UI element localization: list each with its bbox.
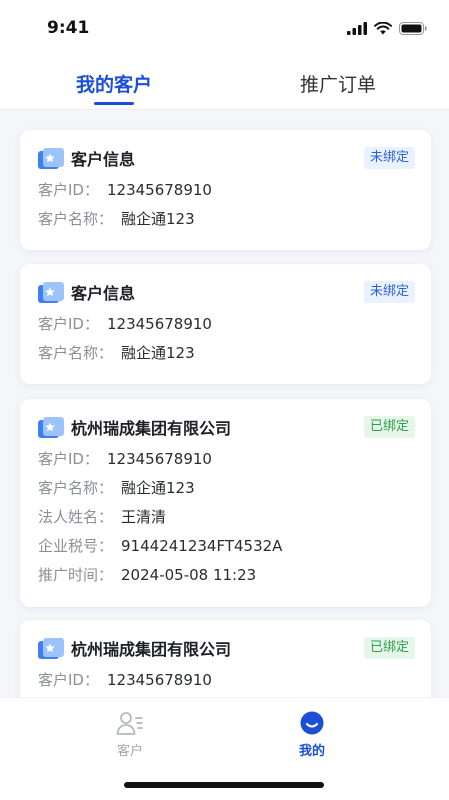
folder-star-icon [38,148,64,169]
tab-my-customers[interactable]: 我的客户 [76,70,152,97]
folder-star-icon [38,417,64,438]
field-customer-id: 客户ID： 12345678910 [38,176,413,205]
field-promotion-time: 推广时间： 2024-05-08 11:23 [38,561,413,590]
customer-card[interactable]: 杭州瑞成集团有限公司 已绑定 客户ID： 12345678910 [20,620,431,697]
field-label: 企业税号： [38,537,114,555]
field-tax-number: 企业税号： 9144241234FT4532A [38,532,413,561]
card-header: 杭州瑞成集团有限公司 已绑定 [38,634,415,662]
customer-card[interactable]: 杭州瑞成集团有限公司 已绑定 客户ID： 12345678910 客户名称： 融企通… [20,399,431,607]
field-customer-name: 客户名称： 融企通123 [38,339,413,368]
field-value: 12345678910 [106,671,212,689]
field-label: 法人姓名： [38,508,114,526]
field-value: 12345678910 [106,315,212,333]
customer-list[interactable]: 客户信息 未绑定 客户ID： 12345678910 客户名称： 融企通123 客户… [0,110,449,697]
card-title: 杭州瑞成集团有限公司 [71,640,232,659]
field-label: 客户ID： [38,315,99,333]
card-title: 客户信息 [71,284,136,303]
smile-icon [300,711,324,735]
customer-icon [116,712,143,735]
field-value: 融企通123 [121,344,195,362]
status-badge: 已绑定 [363,637,415,659]
status-bar: 9:41 [0,0,449,58]
field-label: 客户名称： [38,210,114,228]
field-legal-person: 法人姓名： 王清清 [38,503,413,532]
field-value: 融企通123 [121,210,195,228]
status-badge: 已绑定 [363,416,415,438]
field-value: 12345678910 [106,181,212,199]
field-customer-id: 客户ID： 12345678910 [38,310,413,339]
card-header: 杭州瑞成集团有限公司 已绑定 [38,413,415,441]
card-header: 客户信息 未绑定 [38,278,415,306]
status-icons [347,22,427,35]
battery-icon [399,22,427,35]
field-label: 客户名称： [38,344,114,362]
screen: 9:41 我的客户 推广订单 客户信息 未绑定 客户ID： 1234567891… [0,0,449,800]
field-customer-name: 客户名称： 融企通123 [38,474,413,503]
field-label: 客户ID： [38,671,99,689]
field-label: 客户名称： [38,479,114,497]
customer-card[interactable]: 客户信息 未绑定 客户ID： 12345678910 客户名称： 融企通123 [20,264,431,384]
nav-label: 我的 [298,744,325,759]
top-tabs: 我的客户 推广订单 [0,58,449,110]
card-title: 客户信息 [71,150,136,169]
field-label: 推广时间： [38,566,114,584]
field-customer-name: 客户名称： 融企通123 [38,205,413,234]
field-label: 客户ID： [38,450,99,468]
field-value: 王清清 [121,508,167,526]
status-time: 9:41 [47,18,90,38]
nav-label: 客户 [116,744,143,759]
home-indicator [124,782,324,788]
tab-promotion-orders[interactable]: 推广订单 [300,70,376,97]
field-value: 融企通123 [121,479,195,497]
nav-item-mine[interactable]: 我的 [272,710,352,759]
field-value: 12345678910 [106,450,212,468]
folder-star-icon [38,282,64,303]
nav-item-customers[interactable]: 客户 [90,710,170,759]
status-badge: 未绑定 [363,147,415,169]
signal-icon [347,22,367,35]
status-badge: 未绑定 [363,281,415,303]
field-label: 客户ID： [38,181,99,199]
card-title: 杭州瑞成集团有限公司 [71,419,232,438]
field-value: 2024-05-08 11:23 [121,566,257,584]
wifi-icon [374,22,392,35]
field-value: 9144241234FT4532A [121,537,283,555]
field-customer-id: 客户ID： 12345678910 [38,445,413,474]
folder-star-icon [38,638,64,659]
customer-card[interactable]: 客户信息 未绑定 客户ID： 12345678910 客户名称： 融企通123 [20,130,431,250]
field-customer-id: 客户ID： 12345678910 [38,666,413,695]
active-tab-indicator [94,102,134,105]
card-header: 客户信息 未绑定 [38,144,415,172]
